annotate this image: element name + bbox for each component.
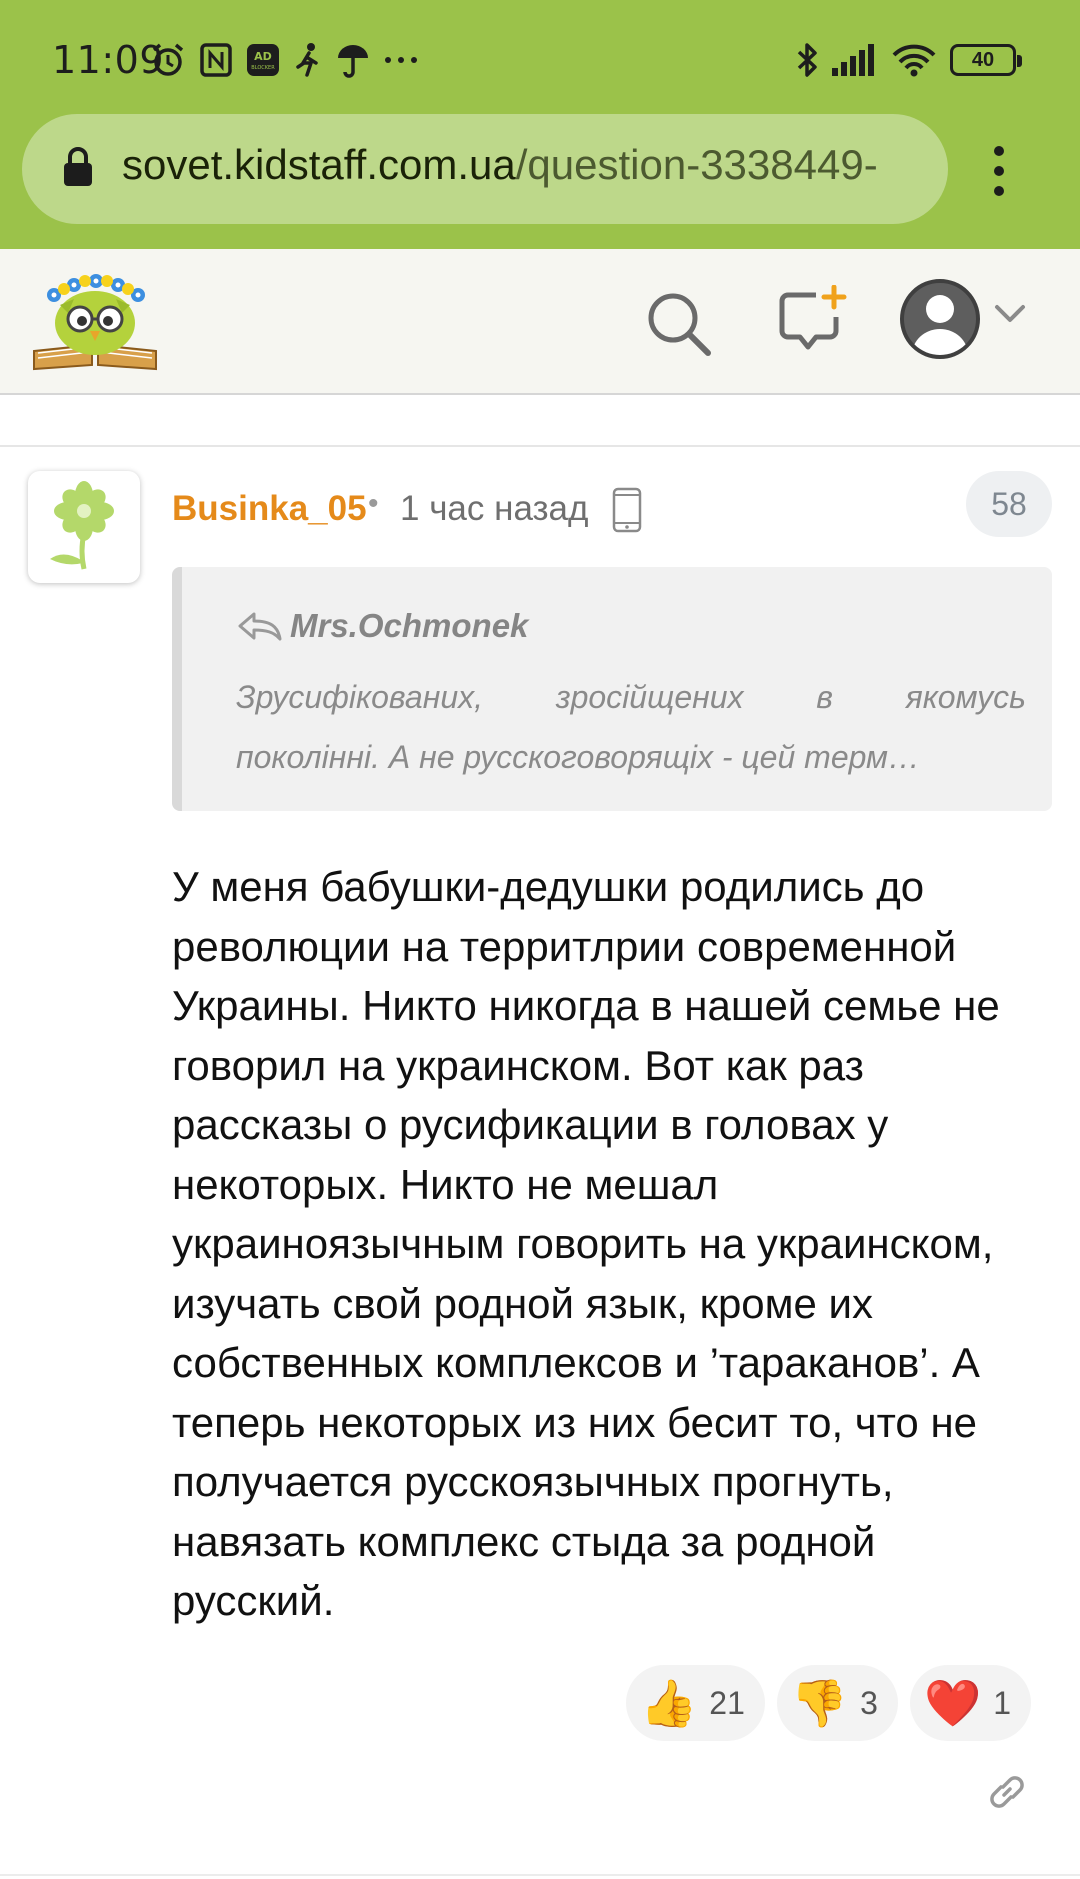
lock-icon[interactable] <box>62 146 94 193</box>
umbrella-icon <box>336 40 370 80</box>
new-message-icon[interactable] <box>776 284 848 362</box>
status-icons-left: AD BLOCKER <box>150 40 418 80</box>
post-time: 1 час назад <box>400 489 589 528</box>
reply-arrow-icon <box>236 611 282 646</box>
heart-reaction-button[interactable]: ❤️ 1 <box>909 1665 1032 1741</box>
author-name[interactable]: Businka_05 <box>172 489 367 529</box>
kidstaff-owl-logo[interactable] <box>30 265 160 380</box>
quote-line-1: Зрусифікованих, зросійщених в якомусь <box>236 679 1026 715</box>
site-header <box>0 249 1080 395</box>
more-dots-icon <box>384 40 418 80</box>
person-walk-icon <box>294 40 322 80</box>
battery-level: 40 <box>971 48 995 71</box>
reactions-bar: 👍 21 👎 3 ❤️ 1 <box>626 1665 1032 1741</box>
svg-text:BLOCKER: BLOCKER <box>251 65 275 71</box>
signal-icon <box>832 40 878 80</box>
heart-icon: ❤️ <box>923 1676 982 1730</box>
quote-line-2: поколінні. А не русскоговорящіх - цей те… <box>236 739 920 775</box>
comment-post: Businka_05 • 1 час назад 58 Mrs.Ochmonek… <box>0 445 1080 1879</box>
link-icon[interactable] <box>984 1769 1030 1820</box>
mobile-phone-icon <box>612 487 642 538</box>
ad-blocker-icon: AD BLOCKER <box>246 40 280 80</box>
quoted-message[interactable]: Mrs.Ochmonek Зрусифікованих, зросійщених… <box>172 567 1052 811</box>
bluetooth-icon <box>796 40 818 80</box>
overflow-menu-icon[interactable] <box>988 146 1010 196</box>
url-host: sovet.kidstaff.com.ua <box>122 141 516 188</box>
like-reaction-button[interactable]: 👍 21 <box>626 1665 765 1741</box>
wifi-icon <box>892 40 936 80</box>
dislike-count: 3 <box>860 1684 878 1721</box>
like-count: 21 <box>709 1684 745 1721</box>
thumbs-up-icon: 👍 <box>640 1676 698 1730</box>
status-bar: 11:09 AD BLOCKER 40 <box>0 0 1080 112</box>
dislike-reaction-button[interactable]: 👎 3 <box>776 1665 898 1741</box>
status-time: 11:09 <box>52 38 165 82</box>
heart-count: 1 <box>993 1684 1012 1721</box>
thumbs-down-icon: 👎 <box>790 1676 849 1730</box>
user-avatar-icon[interactable] <box>900 279 980 359</box>
author-avatar[interactable] <box>28 471 140 583</box>
comment-number-badge[interactable]: 58 <box>966 471 1052 537</box>
url-text[interactable]: sovet.kidstaff.com.ua/question-3338449- <box>122 141 878 189</box>
address-bar[interactable]: sovet.kidstaff.com.ua/question-3338449- <box>22 114 948 224</box>
meta-separator: • <box>368 487 379 520</box>
browser-chrome: 11:09 AD BLOCKER 40 sovet.kidstaff.com.u… <box>0 0 1080 249</box>
chevron-down-icon[interactable] <box>994 304 1026 329</box>
status-icons-right: 40 <box>796 40 1022 80</box>
url-path: /question-3338449- <box>515 141 878 188</box>
alarm-icon <box>150 40 186 80</box>
quote-author: Mrs.Ochmonek <box>290 607 529 644</box>
comment-body: У меня бабушки-дедушки родились до револ… <box>172 863 1000 1624</box>
nfc-icon <box>200 40 232 80</box>
svg-text:AD: AD <box>254 50 272 63</box>
quote-text: Зрусифікованих, зросійщених в якомусь по… <box>236 667 1026 787</box>
search-icon[interactable] <box>644 289 714 364</box>
divider <box>0 1874 1080 1876</box>
battery-icon: 40 <box>950 44 1022 76</box>
